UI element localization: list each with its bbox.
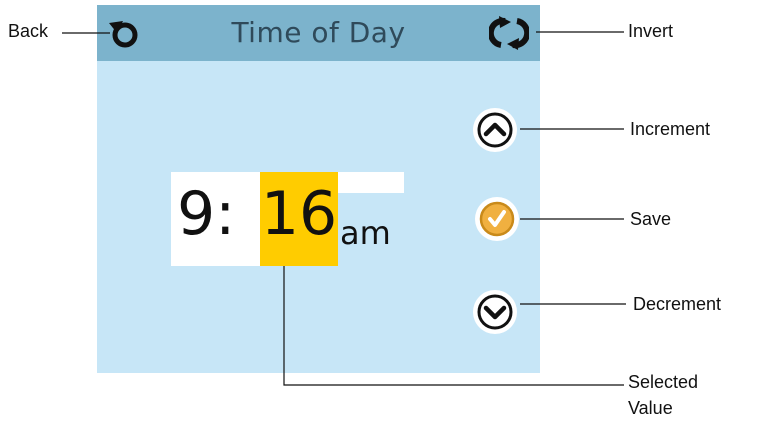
selected-value-callout-line2: Value: [628, 398, 673, 418]
decrement-callout: Decrement: [633, 294, 722, 314]
back-callout: Back: [8, 21, 49, 41]
selected-value-callout-line1: Selected: [628, 372, 699, 392]
save-callout: Save: [630, 209, 672, 229]
increment-callout: Increment: [630, 119, 711, 139]
selected-value-leader-line: [283, 266, 624, 386]
invert-callout: Invert: [628, 21, 674, 41]
diagram: Time of Day 9: 16 am Back Invert Increme…: [0, 0, 768, 421]
